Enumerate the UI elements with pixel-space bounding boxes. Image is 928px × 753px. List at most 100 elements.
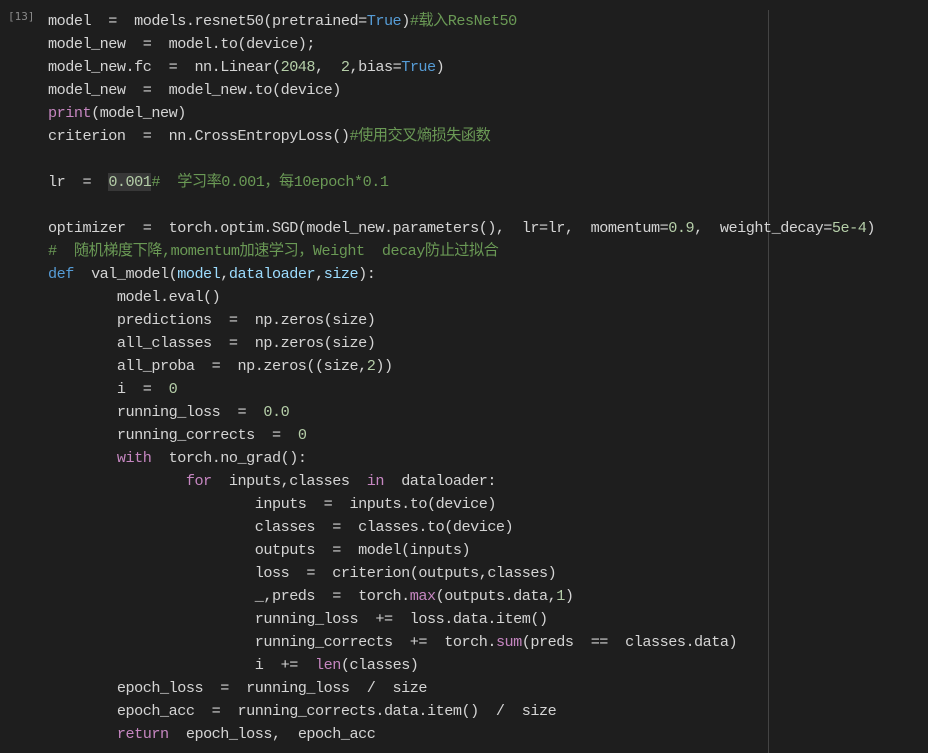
code-line: for inputs,classes in dataloader:	[48, 470, 875, 493]
code-token: optimizer = torch.optim.SGD(model_new.pa…	[48, 219, 669, 237]
code-token: ))	[375, 357, 393, 375]
code-token: i =	[48, 380, 169, 398]
code-token: 0.0	[263, 403, 290, 421]
code-token: 2048	[280, 58, 316, 76]
execution-count: [13]	[8, 10, 35, 23]
code-token: 1	[556, 587, 565, 605]
code-token: # 随机梯度下降,momentum加速学习，Weight decay防止过拟合	[48, 242, 499, 260]
code-token: torch.no_grad():	[151, 449, 307, 467]
code-token: epoch_loss, epoch_acc	[168, 725, 376, 743]
code-token: 0.001	[108, 173, 152, 191]
code-line: model.eval()	[48, 286, 875, 309]
code-token: model_new = model.to(device);	[48, 35, 316, 53]
code-line: running_loss = 0.0	[48, 401, 875, 424]
code-token: )	[564, 587, 574, 605]
code-line: all_proba = np.zeros((size,2))	[48, 355, 875, 378]
code-line: model = models.resnet50(pretrained=True)…	[48, 10, 875, 33]
code-token: inputs,classes	[211, 472, 367, 490]
code-token: 0.9	[668, 219, 695, 237]
code-token: #载入ResNet50	[409, 12, 517, 30]
code-line: all_classes = np.zeros(size)	[48, 332, 875, 355]
code-token: model.eval()	[48, 288, 221, 306]
code-token: )	[866, 219, 875, 237]
code-cell[interactable]: [13] model = models.resnet50(pretrained=…	[0, 0, 928, 753]
code-line: model_new = model.to(device);	[48, 33, 875, 56]
code-token: epoch_loss = running_loss / size	[48, 679, 428, 697]
code-line: return epoch_loss, epoch_acc	[48, 723, 875, 746]
code-line: classes = classes.to(device)	[48, 516, 875, 539]
code-token: predictions = np.zeros(size)	[48, 311, 376, 329]
code-line: outputs = model(inputs)	[48, 539, 875, 562]
code-line: model_new.fc = nn.Linear(2048, 2,bias=Tr…	[48, 56, 875, 79]
code-token: (outputs.data,	[435, 587, 557, 605]
code-line: optimizer = torch.optim.SGD(model_new.pa…	[48, 217, 875, 240]
code-token: (model_new)	[91, 104, 186, 122]
code-token: model_new.fc = nn.Linear(	[48, 58, 281, 76]
code-token: epoch_acc = running_corrects.data.item()…	[48, 702, 557, 720]
code-token: loss = criterion(outputs,classes)	[48, 564, 557, 582]
code-line: epoch_loss = running_loss / size	[48, 677, 875, 700]
code-line: predictions = np.zeros(size)	[48, 309, 875, 332]
code-token: #使用交叉熵损失函数	[349, 127, 491, 145]
code-token: criterion = nn.CrossEntropyLoss()	[48, 127, 350, 145]
code-line: model_new = model_new.to(device)	[48, 79, 875, 102]
code-token: (classes)	[340, 656, 419, 674]
code-token: outputs = model(inputs)	[48, 541, 471, 559]
code-token: _,preds = torch.	[48, 587, 411, 605]
code-line: running_loss += loss.data.item()	[48, 608, 875, 631]
code-line: i = 0	[48, 378, 875, 401]
code-line: def val_model(model,dataloader,size):	[48, 263, 875, 286]
code-token: ,	[315, 58, 341, 76]
code-token: # 学习率0.001，每10epoch*0.1	[151, 173, 389, 191]
code-token: inputs = inputs.to(device)	[48, 495, 497, 513]
code-token: classes = classes.to(device)	[48, 518, 514, 536]
code-token: for	[185, 472, 212, 490]
code-token: in	[366, 472, 385, 490]
code-token: val_model(	[73, 265, 178, 283]
code-line: epoch_acc = running_corrects.data.item()…	[48, 700, 875, 723]
code-line: running_corrects += torch.sum(preds == c…	[48, 631, 875, 654]
code-token: model	[177, 265, 221, 283]
code-token: 0	[168, 380, 178, 398]
code-token: dataloader:	[383, 472, 496, 490]
code-line: # 随机梯度下降,momentum加速学习，Weight decay防止过拟合	[48, 240, 875, 263]
code-token: True	[366, 12, 402, 30]
code-token: )	[435, 58, 445, 76]
code-token: lr =	[48, 173, 109, 191]
code-line: loss = criterion(outputs,classes)	[48, 562, 875, 585]
code-token: model_new = model_new.to(device)	[48, 81, 341, 99]
code-token: 2	[340, 58, 350, 76]
code-token: model = models.resnet50(pretrained=	[48, 12, 367, 30]
code-token: 0	[297, 426, 307, 444]
code-token: len	[315, 656, 341, 674]
code-token: 5e-4	[831, 219, 867, 237]
code-token: dataloader	[228, 265, 316, 283]
code-token: all_classes = np.zeros(size)	[48, 334, 376, 352]
code-line: _,preds = torch.max(outputs.data,1)	[48, 585, 875, 608]
code-token: (preds == classes.data)	[521, 633, 738, 651]
code-token: ):	[358, 265, 376, 283]
code-token: )	[401, 12, 410, 30]
code-token: print	[48, 104, 92, 122]
code-token: running_loss =	[48, 403, 264, 421]
code-token: running_corrects =	[48, 426, 298, 444]
code-line: running_corrects = 0	[48, 424, 875, 447]
code-token: i +=	[48, 656, 316, 674]
code-editor[interactable]: model = models.resnet50(pretrained=True)…	[48, 10, 875, 746]
code-token: return	[116, 725, 169, 743]
code-token: , weight_decay=	[694, 219, 832, 237]
code-token: running_loss += loss.data.item()	[48, 610, 548, 628]
code-line: lr = 0.001# 学习率0.001，每10epoch*0.1	[48, 171, 875, 194]
code-token: sum	[495, 633, 522, 651]
code-token: running_corrects += torch.	[48, 633, 497, 651]
code-token: ,bias=	[349, 58, 402, 76]
code-token: with	[116, 449, 152, 467]
code-token: def	[48, 265, 74, 283]
code-line: i += len(classes)	[48, 654, 875, 677]
code-line: criterion = nn.CrossEntropyLoss()#使用交叉熵损…	[48, 125, 875, 148]
